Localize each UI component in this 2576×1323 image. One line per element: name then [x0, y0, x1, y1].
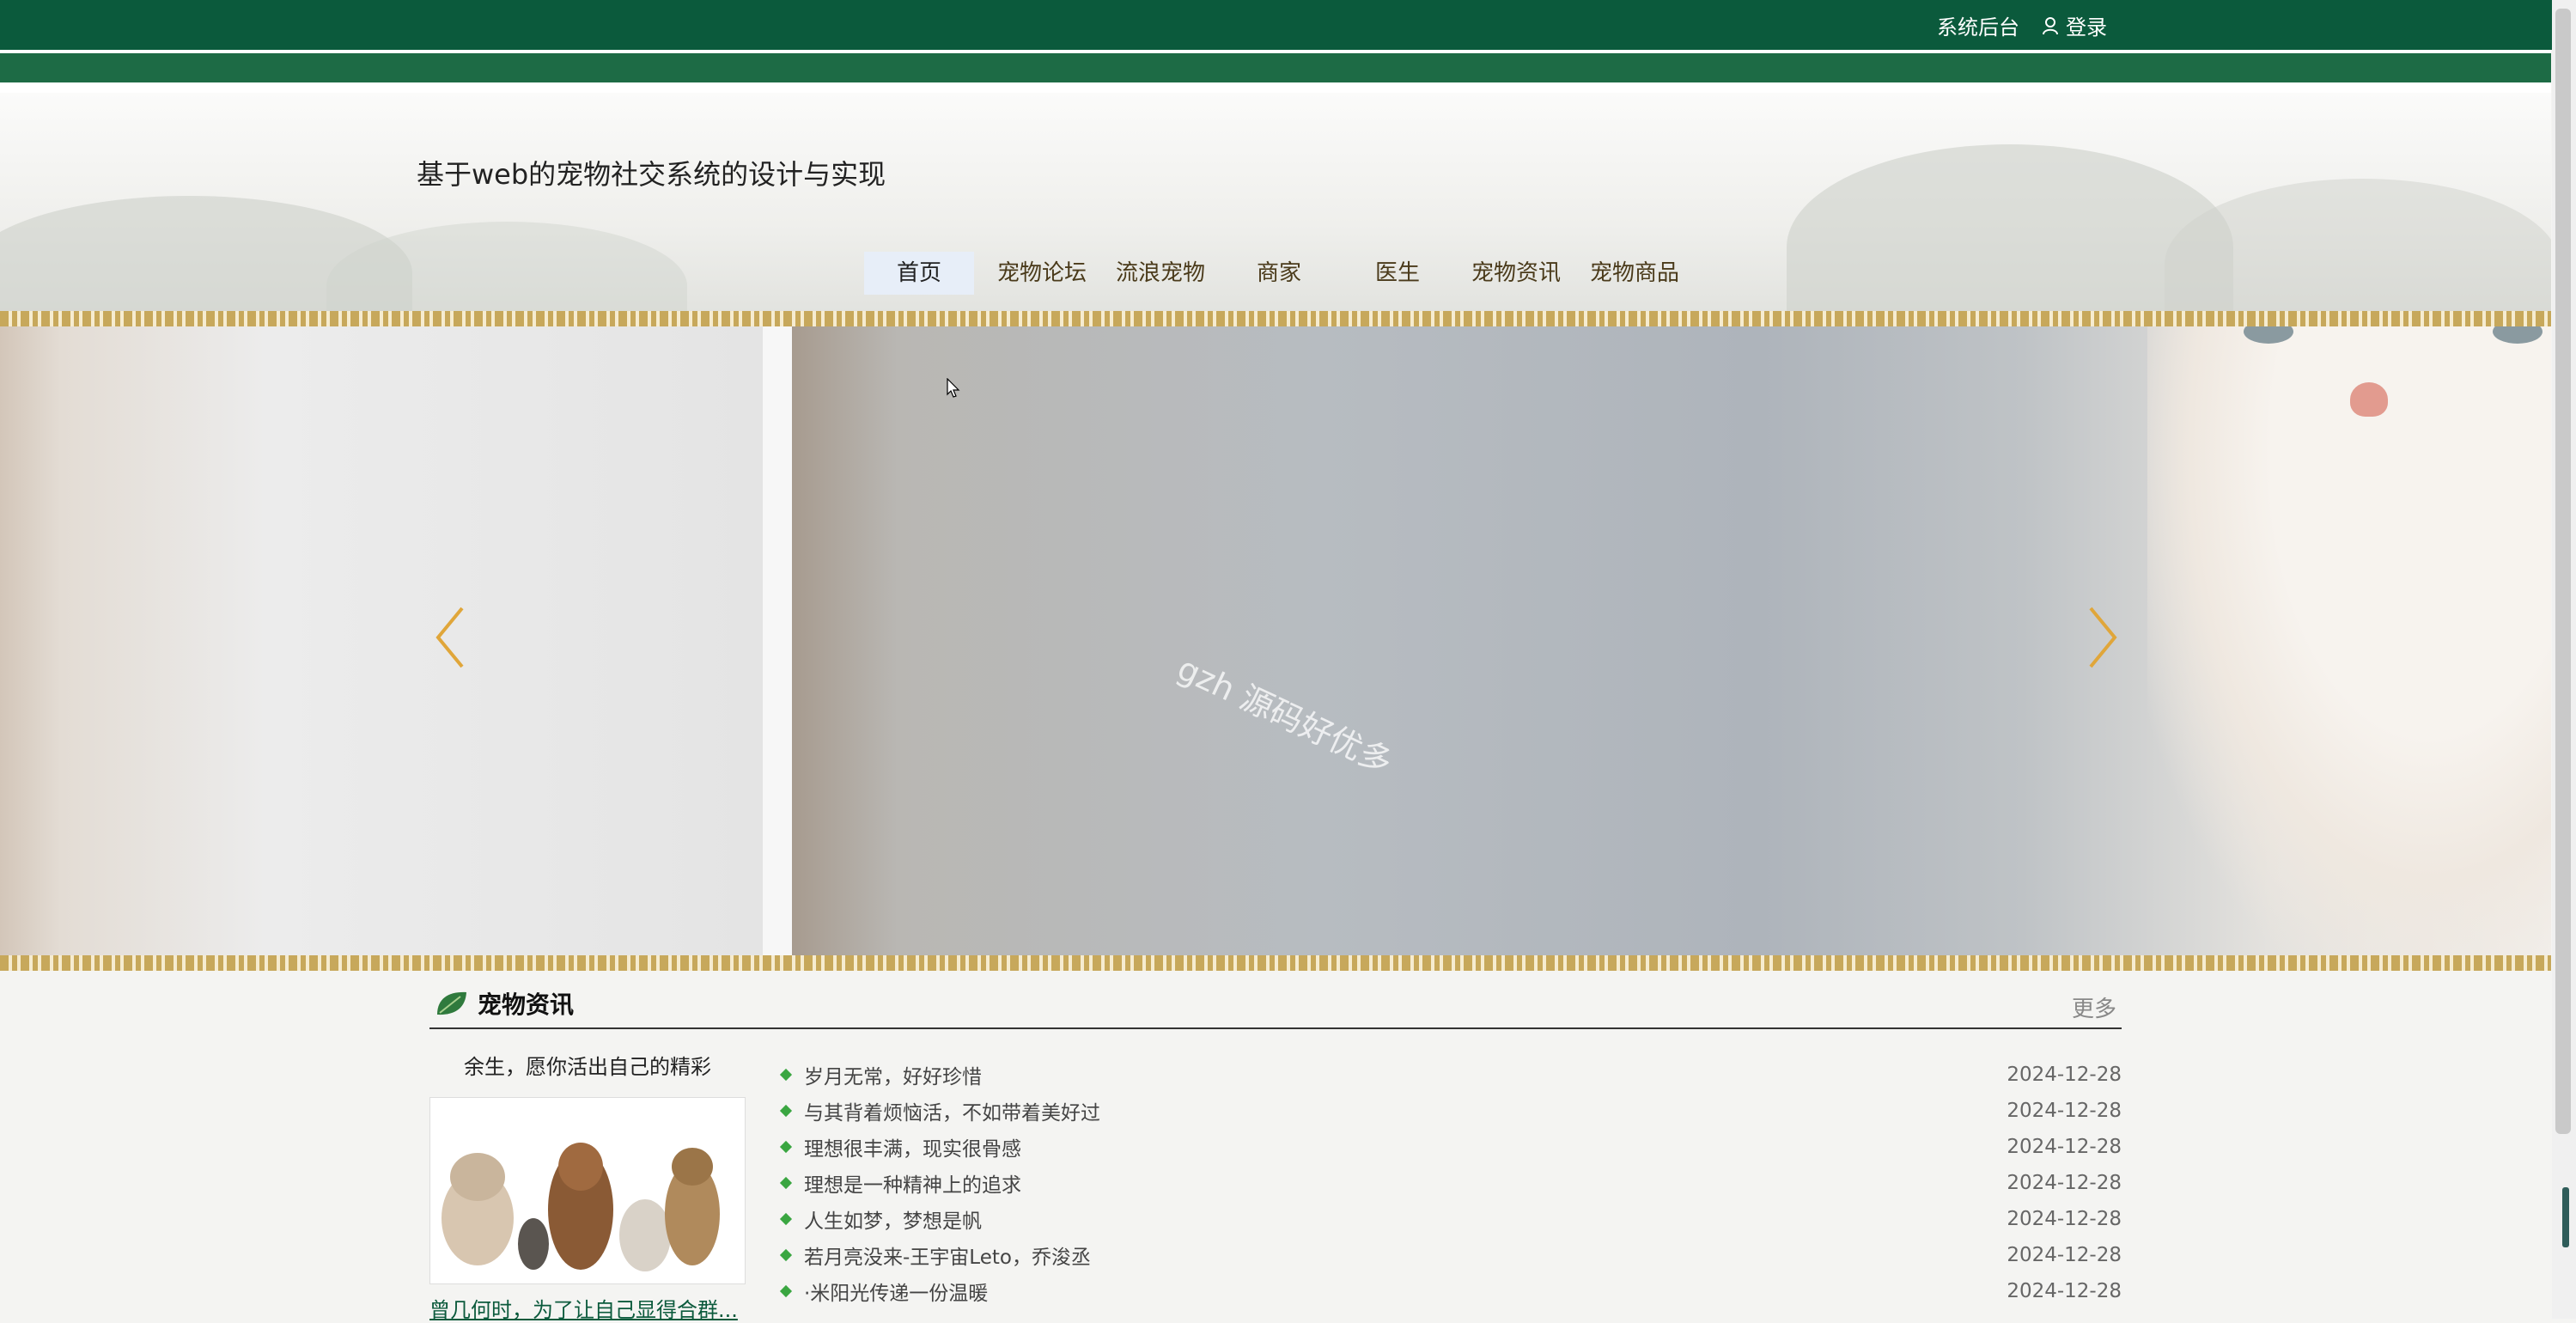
list-item[interactable]: 人生如梦，梦想是帆 2024-12-28: [778, 1201, 2122, 1237]
cat-eye: [2244, 326, 2293, 344]
cat-eye: [2493, 326, 2543, 344]
bullet-icon: [779, 1140, 793, 1154]
login-label: 登录: [2066, 15, 2107, 40]
news-title: 宠物资讯: [435, 986, 574, 1021]
list-item-date: 2024-12-28: [2007, 1136, 2122, 1158]
pets-group-image: [430, 1098, 745, 1283]
more-link[interactable]: 更多: [2072, 991, 2116, 1023]
cat-nose: [2350, 382, 2388, 417]
list-item-title: 岁月无常，好好珍惜: [804, 1066, 982, 1088]
bullet-icon: [779, 1176, 793, 1190]
news-list: 岁月无常，好好珍惜 2024-12-28 与其背着烦恼活，不如带着美好过 202…: [778, 1057, 2122, 1309]
list-item[interactable]: 与其背着烦恼活，不如带着美好过 2024-12-28: [778, 1093, 2122, 1129]
nav-item-doctors[interactable]: 医生: [1338, 252, 1457, 295]
list-item[interactable]: 理想很丰满，现实很骨感 2024-12-28: [778, 1129, 2122, 1165]
list-item-title: ·米阳光传递一份温暖: [804, 1283, 989, 1305]
nav-item-pet-news[interactable]: 宠物资讯: [1457, 252, 1575, 295]
bullet-icon: [779, 1212, 793, 1226]
mouse-cursor-icon: [947, 378, 960, 398]
chevron-right-icon: [2089, 607, 2117, 668]
featured-caption: 余生，愿你活出自己的精彩: [464, 1055, 711, 1079]
list-item-title: 理想很丰满，现实很骨感: [804, 1138, 1021, 1161]
cat-photo: [2147, 326, 2551, 955]
nav-item-merchants[interactable]: 商家: [1220, 252, 1338, 295]
list-item-date: 2024-12-28: [2007, 1244, 2122, 1266]
featured-article: 余生，愿你活出自己的精彩 曾几何时，为了让自己显得合群...: [429, 1040, 746, 1323]
admin-link[interactable]: 系统后台: [1937, 10, 2019, 40]
bullet-icon: [779, 1068, 793, 1082]
list-item[interactable]: 理想是一种精神上的追求 2024-12-28: [778, 1165, 2122, 1201]
list-item-date: 2024-12-28: [2007, 1208, 2122, 1230]
news-header: 宠物资讯 更多: [429, 971, 2122, 1029]
list-item-title: 与其背着烦恼活，不如带着美好过: [804, 1102, 1100, 1125]
list-item-date: 2024-12-28: [2007, 1172, 2122, 1194]
banner-slide-previous: [0, 326, 763, 955]
nav-item-pet-products[interactable]: 宠物商品: [1575, 252, 1694, 295]
list-item-date: 2024-12-28: [2007, 1100, 2122, 1122]
user-icon: [2043, 16, 2058, 34]
mountain-decoration: [2165, 179, 2551, 313]
header: 基于web的宠物社交系统的设计与实现 首页 宠物论坛 流浪宠物 商家 医生 宠物…: [0, 93, 2551, 313]
featured-image[interactable]: [429, 1097, 746, 1284]
list-item[interactable]: ·米阳光传递一份温暖 2024-12-28: [778, 1273, 2122, 1309]
nav-item-forum[interactable]: 宠物论坛: [983, 252, 1101, 295]
main-nav: 首页 宠物论坛 流浪宠物 商家 医生 宠物资讯 宠物商品: [864, 252, 1694, 295]
nav-item-home[interactable]: 首页: [864, 252, 974, 295]
list-item-title: 人生如梦，梦想是帆: [804, 1210, 982, 1233]
news-title-label: 宠物资讯: [478, 991, 575, 1019]
carousel-prev-button[interactable]: [433, 603, 467, 672]
list-item-title: 若月亮没来-王宇宙Leto，乔浚丞: [804, 1247, 1091, 1269]
leaf-icon: [437, 991, 466, 1015]
bullet-icon: [779, 1284, 793, 1298]
banner-carousel: [0, 326, 2551, 955]
list-item-date: 2024-12-28: [2007, 1064, 2122, 1086]
news-section: 宠物资讯 更多 余生，愿你活出自己的精彩 曾几何时，为了让自己显得合群... 岁…: [429, 971, 2122, 1322]
login-link[interactable]: 登录: [2042, 10, 2107, 40]
chevron-left-icon: [435, 607, 464, 668]
list-item[interactable]: 若月亮没来-王宇宙Leto，乔浚丞 2024-12-28: [778, 1237, 2122, 1273]
scrollbar[interactable]: [2552, 0, 2576, 1319]
fret-border: [0, 50, 2551, 95]
side-tab[interactable]: [2562, 1187, 2569, 1247]
bullet-icon: [779, 1248, 793, 1262]
scrollbar-thumb[interactable]: [2555, 9, 2571, 1134]
gold-pattern-band: [0, 955, 2551, 971]
banner-slide-current: [792, 326, 2551, 955]
list-item-date: 2024-12-28: [2007, 1280, 2122, 1302]
top-bar: 系统后台 登录: [0, 0, 2576, 50]
carousel-next-button[interactable]: [2086, 603, 2120, 672]
top-links: 系统后台 登录: [1937, 10, 2107, 40]
nav-item-stray-pets[interactable]: 流浪宠物: [1101, 252, 1220, 295]
site-title: 基于web的宠物社交系统的设计与实现: [417, 158, 886, 191]
list-item[interactable]: 岁月无常，好好珍惜 2024-12-28: [778, 1057, 2122, 1093]
gold-pattern-band: [0, 311, 2551, 326]
bullet-icon: [779, 1104, 793, 1118]
list-item-title: 理想是一种精神上的追求: [804, 1174, 1021, 1197]
banner-divider: [763, 326, 792, 955]
